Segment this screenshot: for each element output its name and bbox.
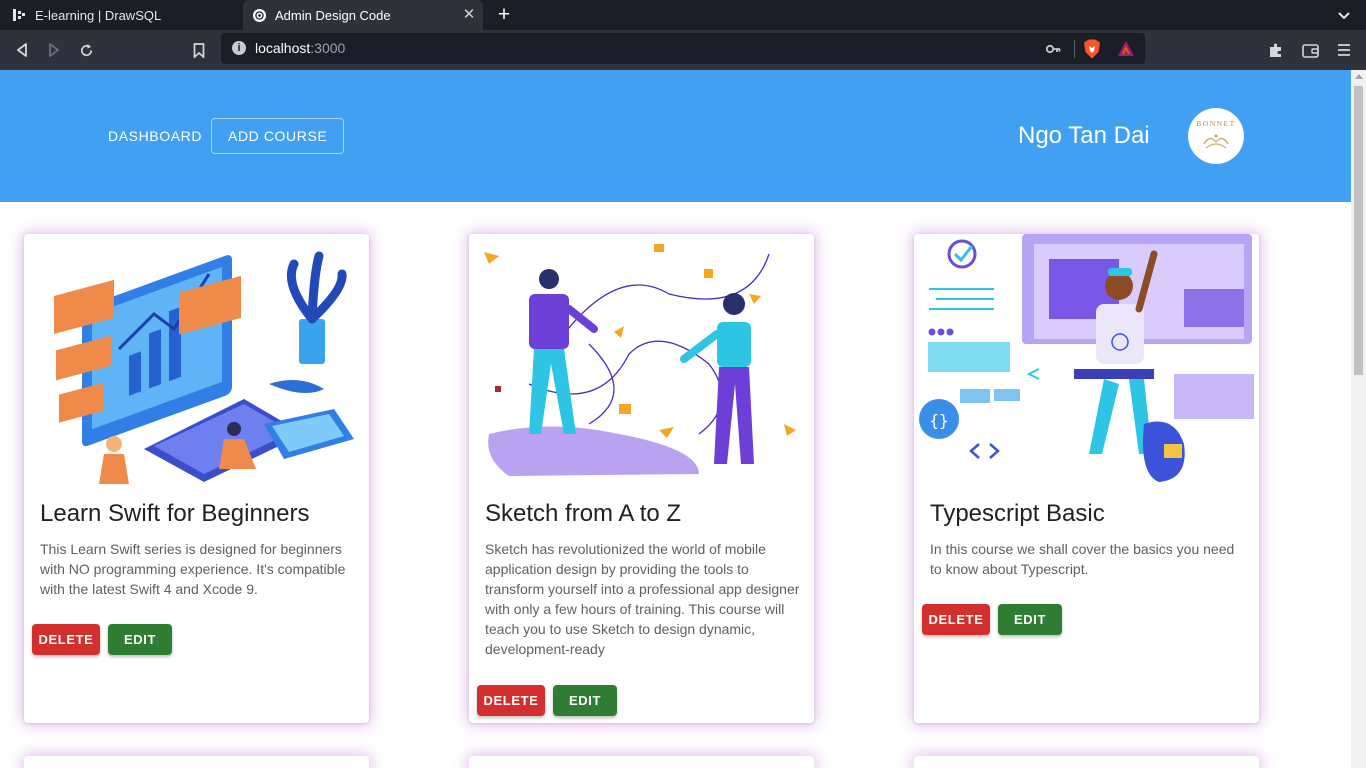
nav-dashboard-button[interactable]: DASHBOARD xyxy=(92,118,218,154)
tab-drawsql[interactable]: E-learning | DrawSQL xyxy=(0,0,242,30)
page-viewport: DASHBOARD ADD COURSE Ngo Tan Dai BONNET xyxy=(0,70,1351,768)
browser-toolbar: i localhost:3000 xyxy=(0,30,1366,70)
delete-button[interactable]: DELETE xyxy=(922,604,990,635)
course-description: In this course we shall cover the basics… xyxy=(930,541,1235,577)
course-card-partial xyxy=(469,756,814,768)
scroll-up-arrow-icon[interactable] xyxy=(1355,74,1363,79)
address-bar[interactable]: i localhost:3000 xyxy=(221,33,1145,64)
course-title: Sketch from A to Z xyxy=(485,500,682,527)
course-card: Learn Swift for Beginners This Learn Swi… xyxy=(24,234,369,723)
edit-button[interactable]: EDIT xyxy=(998,604,1062,635)
tab-title: E-learning | DrawSQL xyxy=(35,7,162,23)
chevron-down-icon[interactable] xyxy=(1336,7,1352,23)
course-title: Learn Swift for Beginners xyxy=(40,500,310,527)
course-illustration-swift xyxy=(24,234,369,484)
course-card-partial xyxy=(914,756,1259,768)
bookmark-icon[interactable] xyxy=(189,40,209,60)
course-illustration-sketch xyxy=(469,234,814,484)
delete-button[interactable]: DELETE xyxy=(477,685,545,716)
new-tab-button[interactable]: + xyxy=(494,4,514,26)
svg-text:BONNET: BONNET xyxy=(1196,119,1235,128)
course-description: Sketch has revolutionized the world of m… xyxy=(485,541,800,657)
user-name: Ngo Tan Dai xyxy=(1018,122,1150,149)
brave-shield-icon[interactable] xyxy=(1083,39,1101,59)
svg-text:{}: {} xyxy=(929,411,948,430)
info-icon[interactable]: i xyxy=(232,41,246,55)
site-icon xyxy=(253,8,266,22)
app-header: DASHBOARD ADD COURSE Ngo Tan Dai BONNET xyxy=(0,70,1351,202)
tab-strip: E-learning | DrawSQL Admin Design Code ✕… xyxy=(0,0,1366,30)
delete-button[interactable]: DELETE xyxy=(32,624,100,655)
url-text: localhost:3000 xyxy=(255,40,346,56)
scrollbar-thumb[interactable] xyxy=(1354,86,1363,375)
tab-admin-design-code[interactable]: Admin Design Code ✕ xyxy=(243,0,483,30)
bonnet-logo-icon: BONNET xyxy=(1196,119,1235,149)
page-scrollbar[interactable] xyxy=(1351,70,1366,768)
course-illustration-typescript: {} xyxy=(914,234,1259,484)
course-card-partial xyxy=(24,756,369,768)
tab-title: Admin Design Code xyxy=(275,7,391,23)
course-card: {} Typescript Basic In this course we sh… xyxy=(914,234,1259,723)
close-icon[interactable]: ✕ xyxy=(461,7,477,23)
drawsql-icon xyxy=(12,8,26,22)
course-title: Typescript Basic xyxy=(930,500,1105,527)
divider xyxy=(1074,40,1075,58)
menu-icon[interactable] xyxy=(1334,40,1354,60)
forward-icon[interactable] xyxy=(44,40,64,60)
edit-button[interactable]: EDIT xyxy=(553,685,617,716)
reload-icon[interactable] xyxy=(76,40,96,60)
edit-button[interactable]: EDIT xyxy=(108,624,172,655)
wallet-icon[interactable] xyxy=(1300,40,1320,60)
course-card: Sketch from A to Z Sketch has revolution… xyxy=(469,234,814,723)
extensions-icon[interactable] xyxy=(1266,40,1286,60)
bat-icon[interactable] xyxy=(1117,40,1135,57)
nav-add-course-button[interactable]: ADD COURSE xyxy=(211,118,345,154)
key-icon[interactable] xyxy=(1045,41,1061,57)
back-icon[interactable] xyxy=(12,40,32,60)
course-description: This Learn Swift series is designed for … xyxy=(40,541,346,597)
avatar[interactable]: BONNET xyxy=(1188,108,1244,164)
